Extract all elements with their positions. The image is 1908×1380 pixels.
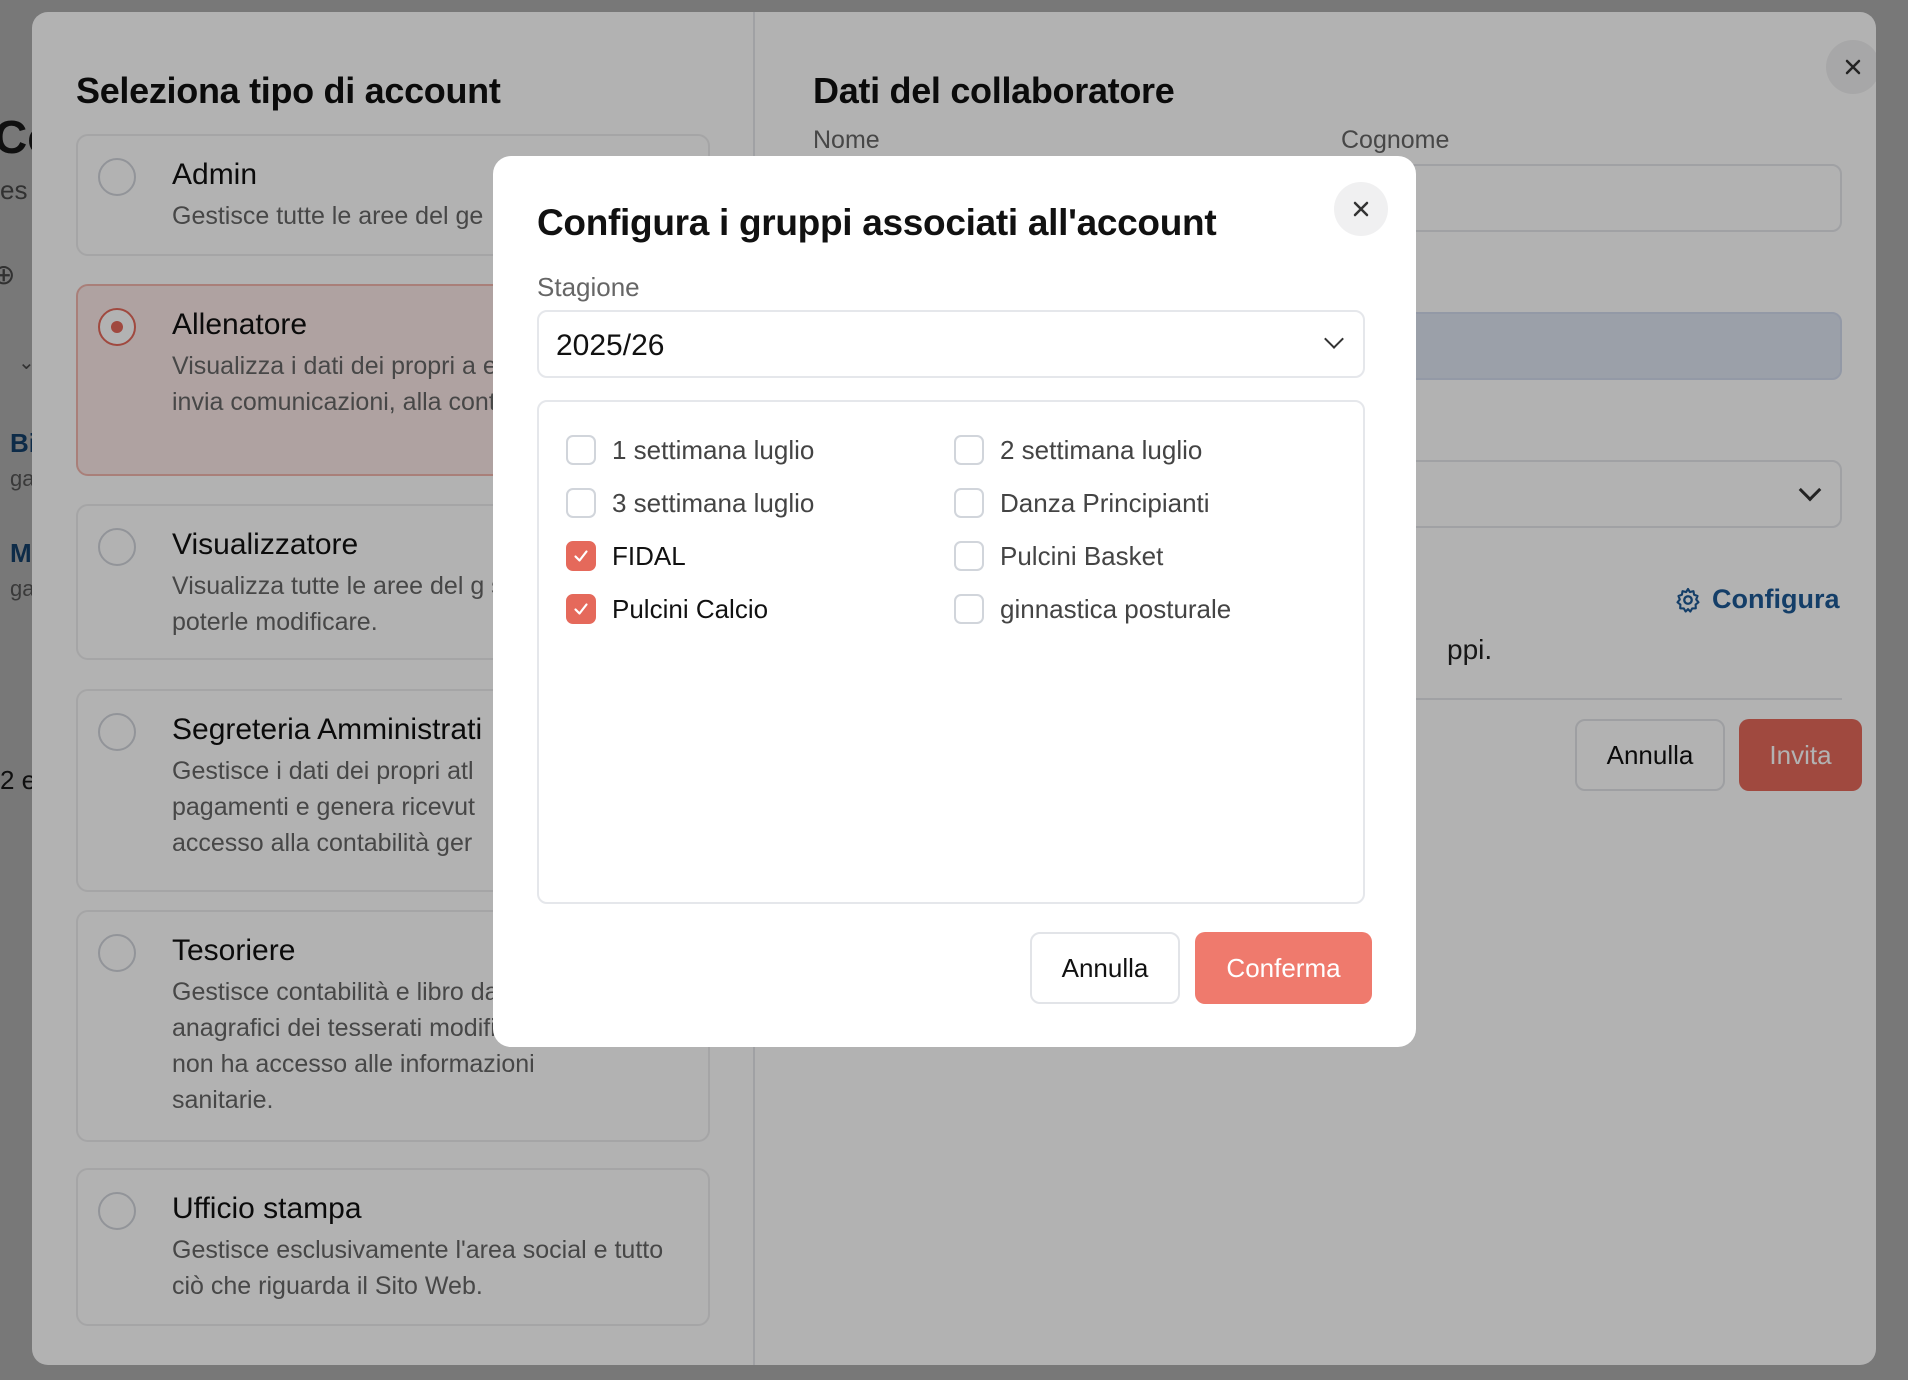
group-item[interactable]: 2 settimana luglio [954,433,1202,467]
modal-title: Configura i gruppi associati all'account [537,202,1217,243]
group-checkbox[interactable] [954,435,984,465]
group-item[interactable]: Pulcini Calcio [566,592,768,626]
chevron-down-icon [1324,329,1344,349]
group-item[interactable]: FIDAL [566,539,686,573]
group-checkbox[interactable] [954,594,984,624]
close-modal-button[interactable] [1334,182,1388,236]
season-select[interactable]: 2025/26 [537,310,1365,378]
group-label: FIDAL [612,540,686,571]
group-item[interactable]: 3 settimana luglio [566,486,814,520]
group-checkbox[interactable] [954,488,984,518]
group-item[interactable]: Danza Principianti [954,486,1210,520]
group-label: ginnastica posturale [1000,593,1232,624]
group-checkbox[interactable] [566,435,596,465]
group-item[interactable]: 1 settimana luglio [566,433,814,467]
groups-list: 1 settimana luglio 2 settimana luglio 3 … [537,400,1365,904]
group-checkbox[interactable] [566,541,596,571]
group-item[interactable]: Pulcini Basket [954,539,1163,573]
group-checkbox[interactable] [954,541,984,571]
group-checkbox[interactable] [566,594,596,624]
modal-cancel-button[interactable]: Annulla [1030,932,1180,1004]
season-label: Stagione [537,272,640,302]
group-label: Danza Principianti [1000,487,1210,518]
group-label: 3 settimana luglio [612,487,815,518]
group-label: Pulcini Basket [1000,540,1164,571]
group-checkbox[interactable] [566,488,596,518]
group-label: 2 settimana luglio [1000,434,1203,465]
confirm-button[interactable]: Conferma [1195,932,1372,1004]
group-item[interactable]: ginnastica posturale [954,592,1231,626]
check-icon [574,603,588,615]
check-icon [574,550,588,562]
group-label: Pulcini Calcio [612,593,769,624]
season-value: 2025/26 [556,329,665,362]
group-label: 1 settimana luglio [612,434,815,465]
configure-groups-modal: Configura i gruppi associati all'account… [493,156,1416,1047]
close-icon [1353,201,1369,217]
